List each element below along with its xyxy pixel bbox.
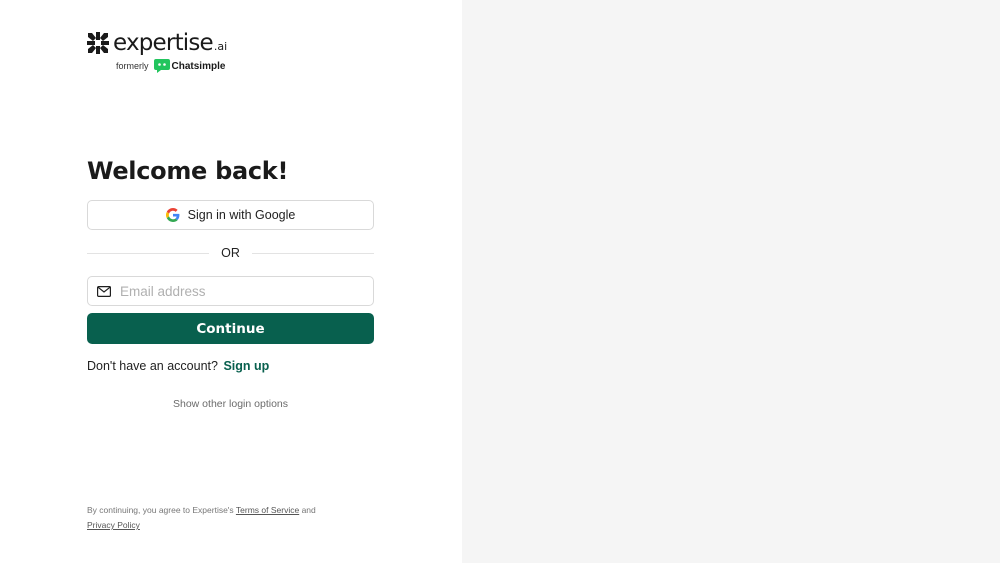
- google-signin-label: Sign in with Google: [187, 208, 296, 222]
- email-input[interactable]: [120, 279, 360, 303]
- continue-button[interactable]: Continue: [87, 313, 374, 344]
- right-background-panel: [462, 0, 1000, 563]
- signup-link[interactable]: Sign up: [223, 359, 269, 373]
- or-divider: OR: [87, 245, 374, 261]
- brand-logo: expertise .ai: [87, 30, 227, 56]
- chatsimple-logo-icon: [153, 59, 170, 73]
- formerly-label: formerly: [116, 61, 149, 71]
- privacy-policy-link[interactable]: Privacy Policy: [87, 520, 140, 530]
- mail-icon: [97, 285, 111, 297]
- legal-prefix: By continuing, you agree to Expertise's: [87, 505, 234, 515]
- brand-name: expertise: [113, 30, 214, 56]
- login-panel: expertise .ai formerly Chatsimple Welcom…: [0, 0, 462, 563]
- email-field[interactable]: [87, 276, 374, 306]
- brand-suffix: .ai: [213, 40, 228, 53]
- page-title: Welcome back!: [87, 157, 289, 185]
- legal-conjunction: and: [301, 505, 316, 515]
- divider-line-right: [251, 252, 374, 254]
- divider-line-left: [87, 252, 210, 254]
- former-brand-name: Chatsimple: [171, 60, 226, 72]
- formerly-tagline: formerly Chatsimple: [116, 59, 225, 73]
- legal-notice: By continuing, you agree to Expertise's …: [87, 503, 377, 533]
- no-account-text: Don't have an account?: [87, 359, 218, 373]
- terms-of-service-link[interactable]: Terms of Service: [236, 505, 299, 515]
- divider-text: OR: [221, 246, 240, 260]
- expertise-logo-icon: [87, 32, 109, 54]
- google-icon: [165, 208, 180, 222]
- signup-prompt: Don't have an account? Sign up: [87, 359, 269, 373]
- google-signin-button[interactable]: Sign in with Google: [87, 200, 374, 230]
- show-other-login-options-link[interactable]: Show other login options: [87, 398, 374, 410]
